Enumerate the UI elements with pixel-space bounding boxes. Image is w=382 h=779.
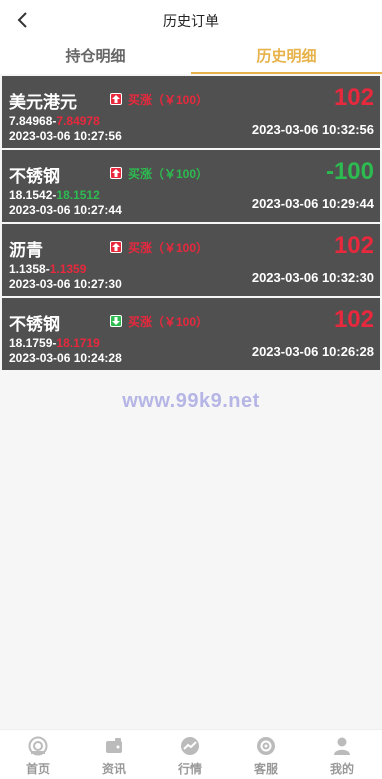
chart-icon	[181, 737, 199, 755]
open-time: 2023-03-06 10:24:28	[9, 351, 122, 365]
product-name: 沥青	[9, 241, 43, 260]
tabbar-item-service[interactable]: 客服	[228, 730, 304, 779]
product-name: 不锈钢	[9, 315, 60, 334]
tab-holding-details[interactable]: 持仓明细	[0, 40, 191, 74]
direction-label: 买涨（￥100）	[128, 167, 209, 181]
tabbar-label: 我的	[329, 762, 354, 776]
order-card[interactable]: 不锈钢 买涨（￥100） 18.1759-18.1719 2023-03-06 10:…	[2, 298, 380, 370]
price-range: 1.1358-1.1359	[9, 262, 87, 276]
product-name: 不锈钢	[9, 167, 60, 186]
direction-label: 买涨（￥100）	[128, 241, 209, 255]
price-range: 7.84968-7.84978	[9, 114, 100, 128]
wallet-icon	[106, 738, 122, 753]
close-price: 1.1359	[49, 262, 87, 276]
header: 历史订单	[0, 0, 382, 40]
open-price: 18.1542	[9, 188, 53, 202]
service-icon	[257, 737, 275, 755]
price-range: 18.1542-18.1512	[9, 188, 100, 202]
open-time: 2023-03-06 10:27:44	[9, 203, 122, 217]
close-time: 2023-03-06 10:26:28	[251, 344, 374, 359]
close-price: 7.84978	[56, 114, 100, 128]
bottom-tabbar: 首页 资讯 行情 客服 我的	[0, 729, 382, 779]
tab-bar: 持仓明细 历史明细	[0, 40, 382, 74]
arrow-down-icon	[110, 315, 122, 327]
order-card[interactable]: 沥青 买涨（￥100） 1.1358-1.1359 2023-03-06 10:27:…	[2, 224, 380, 296]
watermark: www.99k9.net	[122, 390, 260, 412]
tabbar-item-home[interactable]: 首页	[0, 730, 76, 779]
tabbar-label: 资讯	[101, 762, 126, 776]
open-time: 2023-03-06 10:27:30	[9, 277, 122, 291]
direction-label: 买涨（￥100）	[128, 93, 209, 107]
close-price: 18.1512	[56, 188, 100, 202]
tab-history-details[interactable]: 历史明细	[191, 40, 382, 74]
tabbar-label: 行情	[177, 762, 202, 776]
home-icon	[28, 736, 48, 756]
tabbar-item-profile[interactable]: 我的	[304, 730, 380, 779]
tabbar-item-market[interactable]: 行情	[152, 730, 228, 779]
order-card[interactable]: 美元港元 买涨（￥100） 7.84968-7.84978 2023-03-06 10…	[2, 76, 380, 148]
user-icon	[334, 737, 350, 755]
tabbar-label: 客服	[253, 762, 278, 776]
profit-amount: 102	[333, 84, 374, 111]
open-time: 2023-03-06 10:27:56	[9, 129, 122, 143]
arrow-up-icon	[110, 93, 122, 105]
price-range: 18.1759-18.1719	[9, 336, 100, 350]
order-card[interactable]: 不锈钢 买涨（￥100） 18.1542-18.1512 2023-03-06 10:…	[2, 150, 380, 222]
profit-amount: 102	[333, 232, 374, 259]
order-list: 美元港元 买涨（￥100） 7.84968-7.84978 2023-03-06 10…	[2, 76, 380, 372]
close-time: 2023-03-06 10:32:56	[251, 122, 374, 137]
arrow-up-icon	[110, 241, 122, 253]
open-price: 7.84968	[9, 114, 53, 128]
open-price: 1.1358	[9, 262, 46, 276]
direction-label: 买涨（￥100）	[128, 315, 209, 329]
tabbar-label: 首页	[25, 762, 50, 776]
close-time: 2023-03-06 10:29:44	[251, 196, 374, 211]
active-tab-indicator	[191, 72, 382, 74]
close-time: 2023-03-06 10:32:30	[251, 270, 374, 285]
product-name: 美元港元	[9, 93, 77, 112]
profit-amount: 102	[333, 306, 374, 333]
tabbar-item-news[interactable]: 资讯	[76, 730, 152, 779]
open-price: 18.1759	[9, 336, 53, 350]
arrow-up-icon	[110, 167, 122, 179]
close-price: 18.1719	[56, 336, 100, 350]
profit-amount: -100	[325, 158, 374, 185]
page-title: 历史订单	[163, 13, 219, 29]
